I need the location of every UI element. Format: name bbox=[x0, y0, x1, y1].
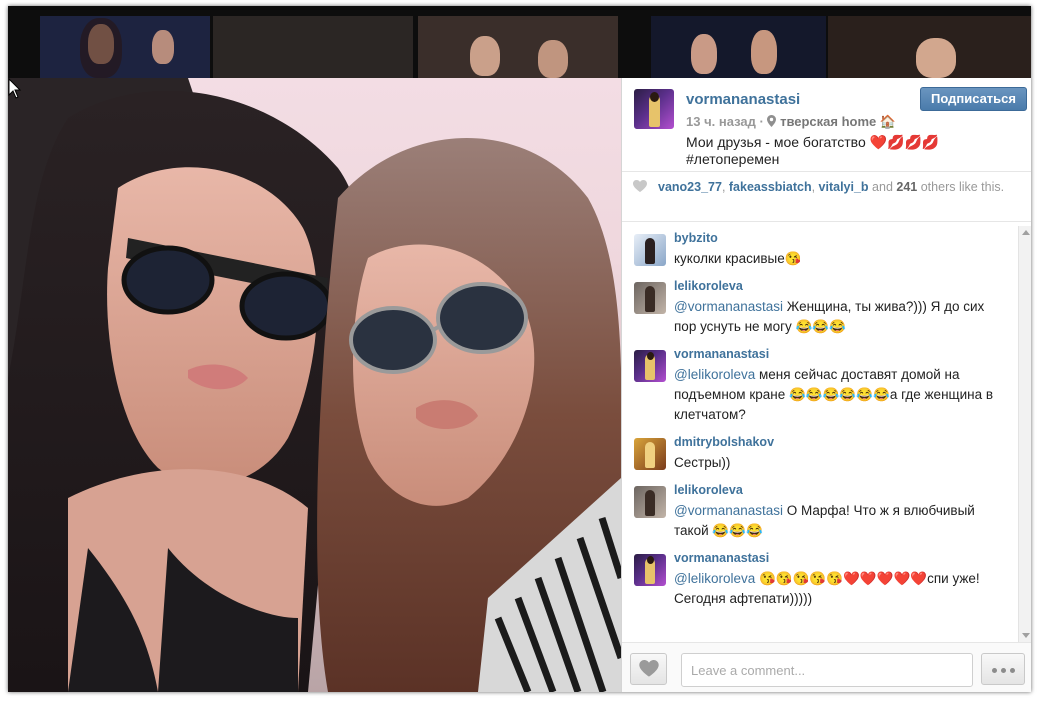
author-avatar[interactable] bbox=[634, 89, 674, 129]
liker-username[interactable]: vano23_77 bbox=[658, 180, 722, 194]
comment-body: куколки красивые😘 bbox=[674, 251, 802, 266]
commenter-avatar[interactable] bbox=[634, 554, 666, 586]
commenter-username[interactable]: vormananastasi bbox=[674, 551, 769, 565]
liker-username[interactable]: vitalyi_b bbox=[819, 180, 869, 194]
comment-input[interactable] bbox=[681, 653, 973, 687]
post-location[interactable]: тверская home 🏠 bbox=[767, 114, 896, 129]
background-thumbnail[interactable] bbox=[418, 16, 618, 78]
comment-item: bybzito куколки красивые😘 bbox=[622, 228, 1018, 276]
scroll-down-arrow-icon[interactable] bbox=[1022, 633, 1030, 638]
more-options-icon bbox=[1001, 668, 1006, 673]
photo-viewer-window: vormananastasi Подписаться 13 ч. назад ·… bbox=[8, 6, 1031, 692]
comment-item: lelikoroleva @vormananastasi Женщина, ты… bbox=[622, 276, 1018, 344]
comment-mention[interactable]: @vormananastasi bbox=[674, 503, 783, 518]
commenter-avatar[interactable] bbox=[634, 234, 666, 266]
background-thumbnail[interactable] bbox=[213, 16, 413, 78]
post-meta: 13 ч. назад · тверская home 🏠 bbox=[686, 114, 896, 130]
background-thumbnail[interactable] bbox=[828, 16, 1031, 78]
like-button[interactable] bbox=[630, 653, 667, 685]
post-caption: Мои друзья - мое богатство ❤️💋💋💋#летопер… bbox=[686, 134, 940, 167]
post-header: vormananastasi Подписаться 13 ч. назад ·… bbox=[622, 78, 1031, 172]
comment-item: vormananastasi @lelikoroleva 😘😘😘😘😘❤️❤️❤️… bbox=[622, 548, 1018, 616]
comment-item: lelikoroleva @vormananastasi О Марфа! Чт… bbox=[622, 480, 1018, 548]
comment-mention[interactable]: @vormananastasi bbox=[674, 299, 783, 314]
comment-text: @lelikoroleva меня сейчас доставят домой… bbox=[674, 365, 994, 425]
commenter-username[interactable]: lelikoroleva bbox=[674, 483, 743, 497]
post-details-panel: vormananastasi Подписаться 13 ч. назад ·… bbox=[621, 78, 1031, 692]
commenter-avatar[interactable] bbox=[634, 438, 666, 470]
comment-mention[interactable]: @lelikoroleva bbox=[674, 367, 755, 382]
comment-text: @lelikoroleva 😘😘😘😘😘❤️❤️❤️❤️❤️спи уже! Се… bbox=[674, 569, 994, 609]
more-options-icon bbox=[992, 668, 997, 673]
comment-item: dmitrybolshakov Сестры)) bbox=[622, 432, 1018, 480]
photo-illustration bbox=[8, 78, 621, 692]
commenter-username[interactable]: lelikoroleva bbox=[674, 279, 743, 293]
likes-text: vano23_77, fakeassbiatch, vitalyi_b and … bbox=[658, 180, 1005, 194]
heart-icon bbox=[639, 660, 659, 677]
comment-body: Сестры)) bbox=[674, 455, 731, 470]
more-options-icon bbox=[1010, 668, 1015, 673]
commenter-avatar[interactable] bbox=[634, 486, 666, 518]
commenter-username[interactable]: bybzito bbox=[674, 231, 718, 245]
background-thumbnail[interactable] bbox=[651, 16, 826, 78]
comment-text: Сестры)) bbox=[674, 453, 994, 473]
commenter-avatar[interactable] bbox=[634, 282, 666, 314]
comment-mention[interactable]: @lelikoroleva bbox=[674, 571, 755, 586]
meta-separator: · bbox=[759, 114, 764, 129]
background-thumbnail-strip bbox=[8, 6, 1031, 78]
comments-scrollbar[interactable] bbox=[1018, 226, 1031, 642]
commenter-avatar[interactable] bbox=[634, 350, 666, 382]
liker-username[interactable]: fakeassbiatch bbox=[729, 180, 812, 194]
likes-count[interactable]: 241 bbox=[896, 180, 917, 194]
likes-suffix: others like this. bbox=[920, 180, 1005, 194]
comment-text: @vormananastasi Женщина, ты жива?))) Я д… bbox=[674, 297, 994, 337]
follow-button[interactable]: Подписаться bbox=[920, 87, 1027, 111]
background-thumbnail[interactable] bbox=[40, 16, 210, 78]
comment-text: куколки красивые😘 bbox=[674, 249, 994, 269]
post-photo[interactable] bbox=[8, 78, 621, 692]
comment-item: vormananastasi @lelikoroleva меня сейчас… bbox=[622, 344, 1018, 432]
likes-summary: vano23_77, fakeassbiatch, vitalyi_b and … bbox=[622, 172, 1031, 222]
heart-icon bbox=[633, 180, 647, 192]
map-pin-icon bbox=[767, 115, 777, 127]
scroll-up-arrow-icon[interactable] bbox=[1022, 230, 1030, 235]
more-options-button[interactable] bbox=[981, 653, 1025, 685]
comment-footer bbox=[622, 642, 1031, 692]
comments-list[interactable]: bybzito куколки красивые😘 lelikoroleva @… bbox=[622, 222, 1031, 642]
mouse-cursor-icon bbox=[8, 78, 22, 99]
commenter-username[interactable]: vormananastasi bbox=[674, 347, 769, 361]
comment-text: @vormananastasi О Марфа! Что ж я влюбчив… bbox=[674, 501, 994, 541]
author-username[interactable]: vormananastasi bbox=[686, 91, 800, 108]
post-time[interactable]: 13 ч. назад bbox=[686, 114, 756, 129]
likes-and: and bbox=[872, 180, 893, 194]
post-location-label: тверская home 🏠 bbox=[780, 114, 897, 129]
commenter-username[interactable]: dmitrybolshakov bbox=[674, 435, 774, 449]
